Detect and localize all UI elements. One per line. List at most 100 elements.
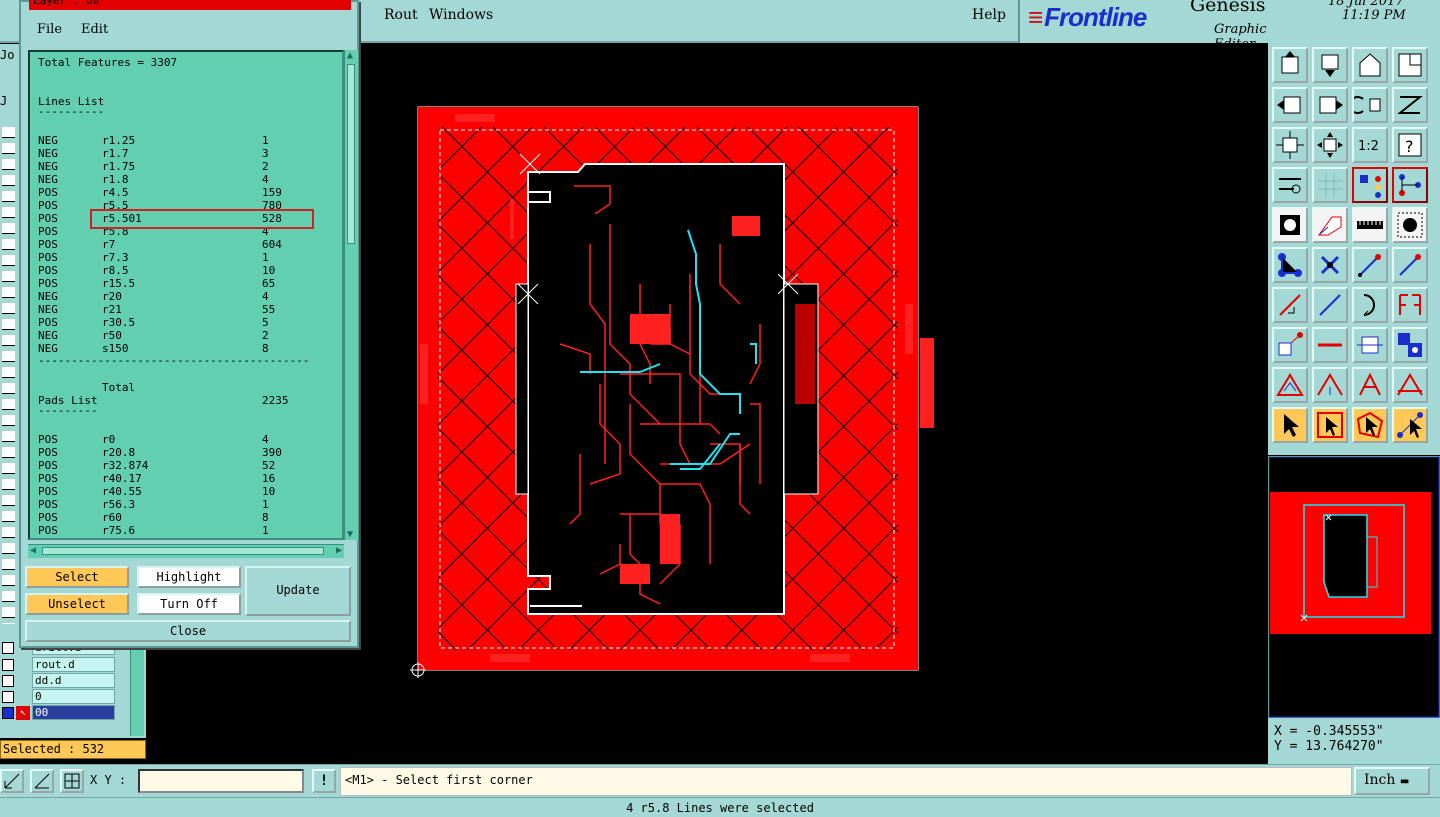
menu-windows[interactable]: Windows	[429, 7, 493, 23]
overview-minimap[interactable]	[1268, 456, 1440, 718]
pan-left-icon[interactable]	[1272, 87, 1308, 123]
select-box-icon[interactable]	[1312, 407, 1348, 443]
layer-name[interactable]: rout.d	[32, 657, 115, 672]
prompt-message: <M1> - Select first corner	[340, 767, 1352, 796]
line-add-icon[interactable]	[1352, 247, 1388, 283]
triangle-frame-icon[interactable]	[1352, 367, 1388, 403]
mirror-icon[interactable]	[1392, 87, 1428, 123]
xy-input[interactable]	[138, 769, 304, 793]
layer-name[interactable]: 0	[32, 689, 115, 704]
scroll-right-icon[interactable]: ▶	[336, 545, 342, 556]
feature-list[interactable]: Total Features = 3307 Lines List -------…	[28, 50, 344, 540]
zoom-window-glyph	[1398, 53, 1422, 77]
menu-edit[interactable]: Edit	[81, 22, 108, 37]
line-polarity: POS	[38, 264, 58, 277]
scale-1-2-icon[interactable]: 1:2	[1352, 127, 1388, 163]
slash-line-glyph	[1279, 294, 1301, 316]
warning-icon[interactable]: !	[312, 769, 336, 793]
scroll-left-icon[interactable]: ◀	[30, 545, 36, 556]
pad-shape-icon[interactable]	[1272, 207, 1308, 243]
pad-add-icon[interactable]	[1272, 327, 1308, 363]
turn-off-button[interactable]: Turn Off	[137, 593, 241, 615]
work-layer-icon[interactable]: ↖	[16, 706, 30, 720]
resize-icon[interactable]	[1352, 327, 1388, 363]
pad-group-icon[interactable]	[1392, 327, 1428, 363]
zoom-fit-icon[interactable]	[1272, 127, 1308, 163]
hscroll-thumb[interactable]	[42, 547, 324, 555]
pad-symbol: r20.8	[102, 446, 136, 459]
pad-symbol: r0	[102, 433, 116, 446]
pcb-board-view[interactable]	[360, 44, 1265, 764]
pan-right-icon[interactable]	[1312, 87, 1348, 123]
ruler-icon[interactable]	[1352, 207, 1388, 243]
grid-view-icon[interactable]	[1312, 167, 1348, 203]
layer-colors-icon[interactable]	[1352, 167, 1388, 203]
menu-file[interactable]: File	[37, 22, 62, 37]
grid-icon[interactable]	[60, 769, 84, 793]
menu-help[interactable]: Help	[972, 7, 1006, 23]
highlight-button[interactable]: Highlight	[137, 566, 241, 588]
triangle-split-icon[interactable]	[1392, 367, 1428, 403]
update-button[interactable]: Update	[245, 566, 351, 616]
layer-list-scrollbar[interactable]	[130, 640, 144, 736]
triangle-up-icon[interactable]	[1312, 367, 1348, 403]
status-message: 4 r5.8 Lines were selected	[0, 797, 1440, 817]
arc-icon[interactable]	[1352, 287, 1388, 323]
select-net-icon[interactable]	[1392, 407, 1428, 443]
list-horizontal-scrollbar[interactable]: ◀ ▶	[28, 544, 344, 558]
select-poly-icon[interactable]	[1352, 407, 1388, 443]
slash-line-icon[interactable]	[1272, 287, 1308, 323]
unselect-button[interactable]: Unselect	[25, 593, 129, 615]
net-colors-icon[interactable]	[1392, 167, 1428, 203]
layer-checkbox[interactable]	[2, 642, 14, 654]
layer-checkbox[interactable]	[2, 659, 14, 671]
measure-icon[interactable]	[30, 769, 54, 793]
total-features: Total Features = 3307	[38, 56, 178, 69]
fanout-icon[interactable]	[1392, 287, 1428, 323]
list-vertical-scrollbar[interactable]: ▲ ▼	[344, 50, 358, 540]
layer-checkbox[interactable]	[2, 675, 14, 687]
menu-rout[interactable]: Rout	[384, 7, 418, 23]
connect-points-icon[interactable]	[1272, 247, 1308, 283]
horizontal-line-icon[interactable]	[1312, 327, 1348, 363]
layer-row[interactable]: rout.d	[0, 657, 146, 673]
layer-row[interactable]: 0	[0, 689, 146, 705]
move-down-icon[interactable]	[1312, 47, 1348, 83]
close-button[interactable]: Close	[25, 620, 351, 642]
move-up-icon[interactable]	[1272, 47, 1308, 83]
layer-row-active[interactable]: ↖ 00	[0, 705, 146, 721]
triangle-fill-icon[interactable]	[1272, 367, 1308, 403]
minimap-view[interactable]	[1268, 456, 1440, 719]
pan-left-glyph	[1277, 96, 1301, 114]
total-value: 2235	[262, 394, 289, 407]
tools-icon[interactable]	[1272, 167, 1308, 203]
help-icon[interactable]: ?	[1392, 127, 1428, 163]
layer-name[interactable]: 00	[32, 705, 115, 720]
layer-checkbox[interactable]	[2, 691, 14, 703]
line-extend-icon[interactable]	[1392, 247, 1428, 283]
snap-icon[interactable]	[0, 769, 24, 793]
line-polarity: NEG	[38, 329, 58, 342]
select-button[interactable]: Select	[25, 566, 129, 588]
scroll-thumb[interactable]	[347, 64, 355, 244]
scroll-down-icon[interactable]: ▼	[347, 529, 353, 540]
drill-icon[interactable]	[1392, 207, 1428, 243]
layer-checkbox-column[interactable]	[2, 124, 15, 624]
layer-name[interactable]: dd.d	[32, 673, 115, 688]
surface-icon[interactable]	[1312, 207, 1348, 243]
zoom-center-icon[interactable]	[1312, 127, 1348, 163]
diagonal-line-icon[interactable]	[1312, 287, 1348, 323]
home-view-icon[interactable]	[1352, 47, 1388, 83]
line-polarity: NEG	[38, 303, 58, 316]
coord-x: X = -0.345553"	[1274, 724, 1384, 739]
layer-checkbox[interactable]	[2, 707, 14, 719]
delete-cross-icon[interactable]	[1312, 247, 1348, 283]
scroll-up-icon[interactable]: ▲	[347, 50, 353, 61]
graphic-canvas[interactable]	[360, 44, 1265, 764]
pad-polarity: POS	[38, 485, 58, 498]
redraw-icon[interactable]	[1352, 87, 1388, 123]
zoom-window-icon[interactable]	[1392, 47, 1428, 83]
unit-selector[interactable]: Inch ▬	[1354, 767, 1430, 795]
select-pointer-icon[interactable]	[1272, 407, 1308, 443]
layer-row[interactable]: dd.d	[0, 673, 146, 689]
